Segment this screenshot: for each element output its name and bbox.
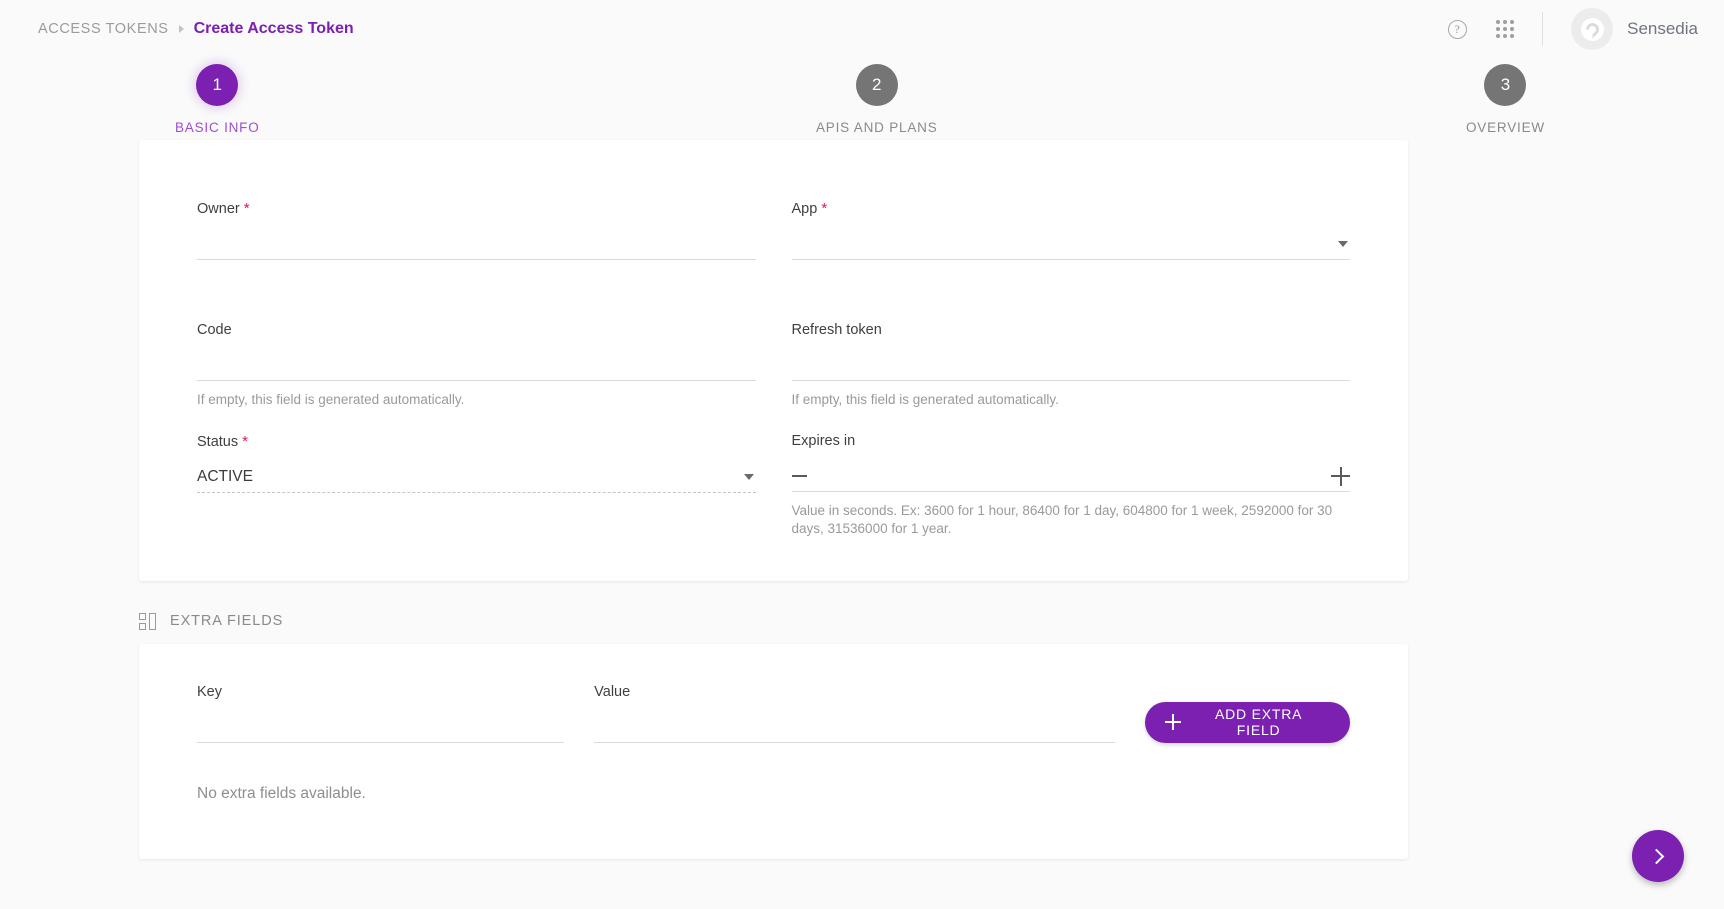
- owner-field: Owner *: [197, 200, 756, 260]
- breadcrumb-access-tokens[interactable]: ACCESS TOKENS: [38, 21, 169, 37]
- row-spacer: [792, 260, 1351, 322]
- row-spacer: [792, 409, 1351, 433]
- help-question-mark: ?: [1448, 20, 1467, 39]
- breadcrumb-separator-icon: [179, 25, 184, 33]
- page-content: Owner * App * Code: [0, 140, 1724, 859]
- extra-value-input[interactable]: [594, 712, 1115, 742]
- expires-in-helper-text: Value in seconds. Ex: 3600 for 1 hour, 8…: [792, 502, 1351, 538]
- app-underline: [792, 259, 1351, 260]
- step-2-bubble: 2: [856, 64, 898, 106]
- code-helper-text: If empty, this field is generated automa…: [197, 391, 756, 409]
- extra-value-field: Value: [594, 684, 1115, 743]
- step-overview[interactable]: 3 OVERVIEW: [1466, 64, 1545, 135]
- expires-in-underline: [792, 491, 1351, 492]
- step-2-label: APIS AND PLANS: [816, 120, 938, 135]
- expires-in-stepper[interactable]: [792, 461, 1351, 491]
- extra-fields-empty-message: No extra fields available.: [197, 785, 1350, 803]
- code-underline: [197, 380, 756, 381]
- status-field: Status * ACTIVE: [197, 433, 756, 538]
- step-1-label: BASIC INFO: [175, 120, 260, 135]
- extra-fields-input-row: Key Value ADD EXTRA FIELD: [197, 684, 1350, 743]
- step-basic-info[interactable]: 1 BASIC INFO: [175, 64, 260, 135]
- extra-fields-card: Key Value ADD EXTRA FIELD No extra field…: [139, 644, 1408, 859]
- plus-icon: [1165, 714, 1181, 730]
- step-3-label: OVERVIEW: [1466, 120, 1545, 135]
- extra-key-input[interactable]: [197, 712, 564, 742]
- extra-fields-title: EXTRA FIELDS: [170, 613, 283, 629]
- breadcrumb-current-page: Create Access Token: [194, 20, 354, 38]
- chevron-down-icon[interactable]: [1338, 241, 1348, 247]
- refresh-token-underline: [792, 380, 1351, 381]
- extra-fields-section-header: EXTRA FIELDS: [139, 613, 1724, 630]
- refresh-token-field: Refresh token If empty, this field is ge…: [792, 322, 1351, 409]
- extra-value-underline: [594, 742, 1115, 743]
- owner-underline: [197, 259, 756, 260]
- header-divider: [1542, 12, 1543, 46]
- step-1-bubble: 1: [196, 64, 238, 106]
- extra-key-label: Key: [197, 684, 564, 700]
- step-3-bubble: 3: [1484, 64, 1526, 106]
- add-extra-field-button[interactable]: ADD EXTRA FIELD: [1145, 702, 1350, 743]
- refresh-token-helper-text: If empty, this field is generated automa…: [792, 391, 1351, 409]
- app-field: App *: [792, 200, 1351, 260]
- code-field: Code If empty, this field is generated a…: [197, 322, 756, 409]
- expires-in-field: Expires in Value in seconds. Ex: 3600 fo…: [792, 433, 1351, 538]
- row-spacer: [197, 260, 756, 322]
- expires-in-label: Expires in: [792, 433, 1351, 449]
- top-bar: ACCESS TOKENS Create Access Token ? Sens…: [0, 0, 1724, 58]
- owner-input[interactable]: [197, 229, 756, 259]
- user-name-label: Sensedia: [1627, 19, 1698, 39]
- breadcrumb: ACCESS TOKENS Create Access Token: [38, 20, 354, 38]
- status-required-mark: *: [242, 433, 248, 450]
- apps-grid-icon[interactable]: [1492, 16, 1518, 42]
- extra-key-field: Key: [197, 684, 564, 743]
- refresh-token-input[interactable]: [792, 350, 1351, 380]
- step-apis-and-plans[interactable]: 2 APIS AND PLANS: [816, 64, 938, 135]
- row-spacer: [197, 409, 756, 433]
- add-extra-field-label: ADD EXTRA FIELD: [1193, 706, 1324, 738]
- plus-icon[interactable]: [1331, 467, 1350, 486]
- sensedia-logo-icon: [1583, 20, 1601, 38]
- grid-dots: [1496, 20, 1514, 38]
- code-label: Code: [197, 322, 756, 338]
- basic-info-form: Owner * App * Code: [197, 200, 1350, 539]
- status-select[interactable]: ACTIVE: [197, 462, 756, 492]
- status-underline: [197, 492, 756, 493]
- extra-key-underline: [197, 742, 564, 743]
- code-input[interactable]: [197, 350, 756, 380]
- app-required-mark: *: [821, 200, 827, 217]
- chevron-right-icon: [1649, 848, 1665, 864]
- owner-label: Owner *: [197, 200, 756, 217]
- app-select[interactable]: [792, 229, 1351, 259]
- top-bar-actions: ? Sensedia: [1444, 8, 1698, 50]
- help-icon[interactable]: ?: [1444, 16, 1470, 42]
- dashboard-grid-icon: [139, 613, 156, 630]
- avatar-inner: [1581, 18, 1604, 41]
- next-step-button[interactable]: [1632, 830, 1684, 882]
- app-label: App *: [792, 200, 1351, 217]
- refresh-token-label: Refresh token: [792, 322, 1351, 338]
- status-value: ACTIVE: [197, 468, 253, 486]
- status-label: Status *: [197, 433, 756, 450]
- avatar: [1571, 8, 1613, 50]
- minus-icon[interactable]: [792, 475, 807, 477]
- wizard-stepper: 1 BASIC INFO 2 APIS AND PLANS 3 OVERVIEW: [0, 58, 1724, 140]
- extra-value-label: Value: [594, 684, 1115, 700]
- owner-required-mark: *: [244, 200, 250, 217]
- user-menu[interactable]: Sensedia: [1571, 8, 1698, 50]
- basic-info-card: Owner * App * Code: [139, 140, 1408, 581]
- chevron-down-icon[interactable]: [744, 474, 754, 480]
